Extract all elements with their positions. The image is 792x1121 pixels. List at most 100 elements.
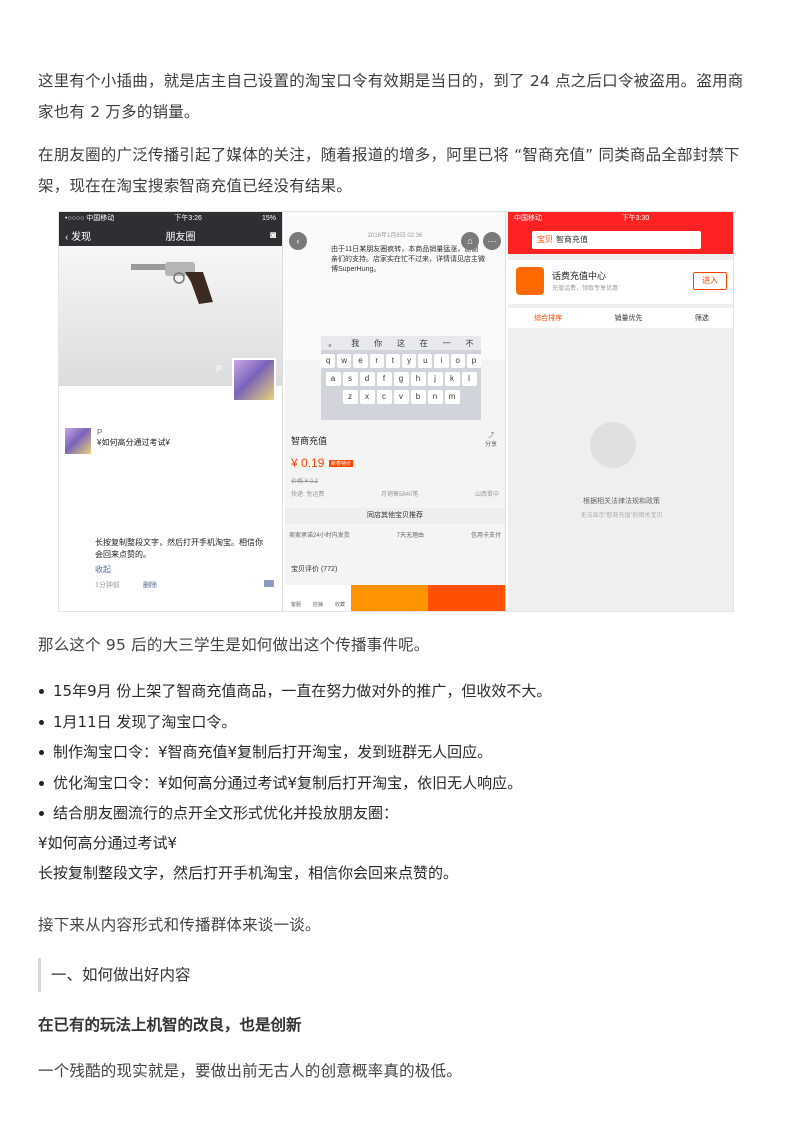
key-q: q bbox=[320, 354, 336, 368]
section-heading: 一、如何做出好内容 bbox=[38, 958, 191, 992]
key-h: h bbox=[410, 372, 426, 386]
recharge-card: 话费充值中心 充值话费，领取专享优惠 进入 bbox=[508, 260, 733, 304]
wechat-moments-screenshot: •○○○○ 中国移动 下午3:26 15% ‹ 发现 朋友圈 ◙ P P ¥如何… bbox=[59, 212, 283, 611]
key-w: w bbox=[337, 354, 352, 368]
key-。: 。 bbox=[328, 338, 337, 348]
card-subtitle: 充值话费，领取专享优惠 bbox=[552, 286, 619, 292]
paragraph-reality: 一个残酷的现实就是，要做出前无古人的创意概率真的极低。 bbox=[38, 1062, 462, 1080]
paragraph-intro: 这里有个小插曲，就是店主自己设置的淘宝口令有效期是当日的，到了 24 点之后口令… bbox=[38, 72, 744, 121]
key-我: 我 bbox=[351, 338, 360, 348]
key-s: s bbox=[342, 372, 358, 386]
share-label: 分享 bbox=[484, 442, 497, 448]
screenshot-composite: •○○○○ 中国移动 下午3:26 15% ‹ 发现 朋友圈 ◙ P P ¥如何… bbox=[58, 211, 734, 612]
paragraph-media: 在朋友圈的广泛传播引起了媒体的关注，随着报道的增多，阿里已将 “智商充值” 同类… bbox=[38, 146, 740, 195]
time-text: 下午3:30 bbox=[621, 215, 650, 222]
item-action-bar: 客服 店铺 收藏 bbox=[285, 585, 505, 611]
moments-post: P ¥如何高分通过考试¥ bbox=[65, 428, 276, 454]
key-z: z bbox=[342, 390, 358, 404]
taobao-item-screenshot: 2016年1月8日 02:36 由于11日某朋友圈疯转，本商品销量猛涨，谢谢亲们… bbox=[285, 212, 506, 611]
key-k: k bbox=[444, 372, 460, 386]
status-bar: •○○○○ 中国移动 下午3:26 15% bbox=[59, 212, 282, 224]
service-button: 客服 bbox=[290, 602, 301, 608]
timeline-list: 15年9月 份上架了智商充值商品，一直在努力做对外的推广，但收效不大。 1月11… bbox=[38, 676, 754, 829]
list-item: 1月11日 发现了淘宝口令。 bbox=[38, 707, 754, 738]
location: 山西晋中 bbox=[474, 492, 499, 498]
key-g: g bbox=[393, 372, 409, 386]
key-x: x bbox=[359, 390, 375, 404]
key-m: m bbox=[444, 390, 460, 404]
card-title: 话费充值中心 bbox=[552, 271, 607, 281]
key-row-3: zxcvbnm bbox=[321, 390, 481, 404]
share-button: ⤴ 分享 bbox=[485, 430, 497, 448]
key-d: d bbox=[359, 372, 375, 386]
item-title: 智商充值 bbox=[291, 436, 328, 446]
key-row-1: qwertyuiop bbox=[320, 354, 482, 368]
key-row-2: asdfghjkl bbox=[321, 372, 481, 386]
key-y: y bbox=[402, 354, 417, 368]
post-first-line: ¥如何高分通过考试¥ bbox=[97, 438, 170, 447]
key-i: i bbox=[434, 354, 449, 368]
key-e: e bbox=[353, 354, 368, 368]
wechat-nav: ‹ 发现 朋友圈 ◙ bbox=[59, 224, 282, 246]
enter-button: 进入 bbox=[693, 272, 727, 290]
key-t: t bbox=[385, 354, 400, 368]
search-query: 智商充值 bbox=[556, 235, 588, 244]
carrier-text: 中国移动 bbox=[514, 215, 542, 222]
time-text: 下午3:26 bbox=[174, 215, 202, 222]
sort-filter: 筛选 bbox=[694, 315, 709, 322]
key-j: j bbox=[427, 372, 443, 386]
empty-message: 根据相关法律法规和政策 bbox=[583, 498, 660, 505]
key-u: u bbox=[418, 354, 433, 368]
back-label: 发现 bbox=[71, 231, 92, 243]
shop-notice: 由于11日某朋友圈疯转，本商品销量猛涨，谢谢亲们的支持。店家实在忙不过来，详情请… bbox=[331, 246, 485, 273]
nav-title: 朋友圈 bbox=[165, 231, 196, 243]
key-b: b bbox=[410, 390, 426, 404]
post-body: 长按复制整段文字，然后打开手机淘宝。相信你会回来点赞的。 bbox=[95, 538, 263, 559]
price-badge: 新春特价 bbox=[329, 460, 354, 467]
sort-sales: 销量优先 bbox=[614, 315, 643, 322]
original-price: 价格 ¥ 0.2 bbox=[291, 479, 319, 485]
search-scope: 宝贝 bbox=[537, 235, 553, 244]
carrier-text: •○○○○ 中国移动 bbox=[65, 215, 115, 222]
back-icon: ‹ bbox=[289, 232, 307, 250]
cart-icon: ⌂ bbox=[461, 232, 479, 250]
taobao-search-screenshot: 中国移动 下午3:30 宝贝 智商充值 话费充值中心 充值话费，领取专享优惠 进入… bbox=[508, 212, 733, 611]
item-price: ¥ 0.19 bbox=[291, 456, 325, 470]
guarantee-item: 7天无理由 bbox=[396, 533, 424, 539]
guarantee-item: 卖家承诺24小时内发货 bbox=[289, 533, 350, 539]
review-count: 宝贝评价 (772) bbox=[291, 566, 338, 573]
list-item: 制作淘宝口令：¥智商充值¥复制后打开淘宝，发到班群无人回应。 bbox=[38, 737, 754, 768]
monthly-sales: 月销售5840笔 bbox=[380, 492, 419, 498]
key-o: o bbox=[450, 354, 465, 368]
key-在: 在 bbox=[419, 338, 428, 348]
camera-icon: ◙ bbox=[269, 229, 276, 241]
list-item: 优化淘宝口令：¥如何高分通过考试¥复制后打开淘宝，依旧无人响应。 bbox=[38, 768, 754, 799]
guarantee-item: 信用卡支付 bbox=[470, 533, 501, 539]
key-你: 你 bbox=[374, 338, 383, 348]
shop-recommend: 同店其他宝贝推荐 bbox=[285, 508, 505, 524]
favorite-button: 收藏 bbox=[334, 602, 345, 608]
search-field: 宝贝 智商充值 bbox=[532, 231, 701, 249]
quote-line-1: ¥如何高分通过考试¥ bbox=[38, 834, 178, 852]
delete-link: 删除 bbox=[143, 582, 157, 589]
list-item: 结合朋友圈流行的点开全文形式优化并投放朋友圈： bbox=[38, 798, 754, 829]
status-bar: 中国移动 下午3:30 bbox=[508, 212, 733, 224]
comment-icon bbox=[264, 580, 274, 587]
back-button: ‹ 发现 bbox=[65, 231, 92, 243]
cover-name: P bbox=[215, 364, 222, 374]
key-p: p bbox=[466, 354, 482, 368]
cover-avatar bbox=[232, 358, 276, 402]
phone-recharge-icon bbox=[516, 267, 544, 295]
shipping-fee: 快递: 免运费 bbox=[291, 492, 325, 498]
key-不: 不 bbox=[465, 338, 474, 348]
post-author: P bbox=[97, 428, 103, 437]
more-icon: ⋯ bbox=[483, 232, 501, 250]
key-n: n bbox=[427, 390, 443, 404]
shipping-row: 快递: 免运费 月销售5840笔 山西晋中 bbox=[291, 489, 499, 498]
paragraph-next: 接下来从内容形式和传播群体来谈一谈。 bbox=[38, 916, 321, 934]
sort-bar: 综合排序 销量优先 筛选 bbox=[508, 308, 733, 328]
key-一: 一 bbox=[442, 338, 451, 348]
keyboard: 。 我 你 这 在 一 不 qwertyuiop asdfghjkl zxcvbnm bbox=[320, 336, 482, 420]
key-a: a bbox=[325, 372, 341, 386]
empty-search-icon bbox=[590, 422, 636, 468]
